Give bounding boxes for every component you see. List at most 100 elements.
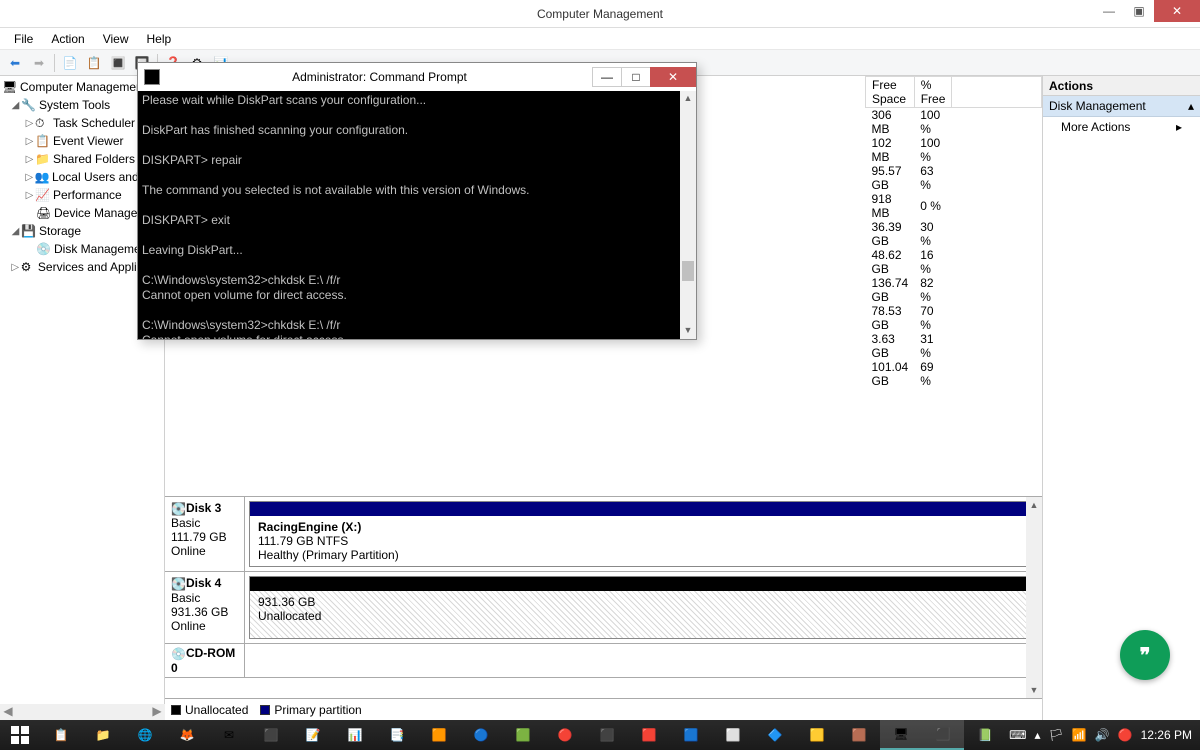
taskbar-item[interactable]: 🔷: [754, 720, 796, 750]
start-button[interactable]: [0, 720, 40, 750]
window-titlebar: Computer Management — ▣ ✕: [0, 0, 1200, 28]
taskbar-item[interactable]: 🖥: [880, 720, 922, 750]
taskbar[interactable]: 📋 📁 🌐 🦊 ✉ ⬛ 📝 📊 📑 🟧 🔵 🟩 🔴 ⬛ 🟥 🟦 ⬜ 🔷 🟨 🟫 …: [0, 720, 1200, 750]
tree-item[interactable]: Device Manager: [54, 206, 141, 220]
tree-item[interactable]: Shared Folders: [53, 152, 135, 166]
volumes-table[interactable]: Free Space% Free 306 MB100 %102 MB100 %9…: [865, 76, 1042, 388]
chevron-right-icon: ▸: [1176, 120, 1182, 134]
tray-up-icon[interactable]: ▴: [1035, 728, 1041, 742]
taskbar-item[interactable]: 🟨: [796, 720, 838, 750]
cmd-scrollbar[interactable]: ▲▼: [680, 91, 696, 339]
tray-volume-icon[interactable]: 🔊: [1095, 728, 1110, 742]
properties-button[interactable]: 📋: [83, 53, 105, 73]
taskbar-item[interactable]: 📝: [292, 720, 334, 750]
back-button[interactable]: ⬅: [4, 53, 26, 73]
menu-help[interactable]: Help: [139, 30, 180, 48]
tray-icon[interactable]: ⌨: [1009, 728, 1026, 742]
taskbar-item[interactable]: 🟩: [502, 720, 544, 750]
vol-name: RacingEngine (X:): [258, 520, 361, 534]
disk-size: 931.36 GB: [171, 605, 228, 619]
volume-row[interactable]: 95.57 GB63 %: [866, 164, 1042, 192]
volume-row[interactable]: 101.04 GB69 %: [866, 360, 1042, 388]
cmd-maximize[interactable]: □: [621, 67, 651, 87]
volume-row[interactable]: 136.74 GB82 %: [866, 276, 1042, 304]
actions-panel: Actions Disk Management▴ More Actions▸: [1042, 76, 1200, 720]
taskbar-items: 📋 📁 🌐 🦊 ✉ ⬛ 📝 📊 📑 🟧 🔵 🟩 🔴 ⬛ 🟥 🟦 ⬜ 🔷 🟨 🟫 …: [40, 720, 1006, 750]
taskbar-item[interactable]: ✉: [208, 720, 250, 750]
volume-row[interactable]: 3.63 GB31 %: [866, 332, 1042, 360]
menu-file[interactable]: File: [6, 30, 41, 48]
taskbar-item[interactable]: 🔵: [460, 720, 502, 750]
actions-diskmgmt[interactable]: Disk Management▴: [1043, 96, 1200, 117]
disk-size: 111.79 GB: [171, 530, 227, 544]
taskbar-item[interactable]: 📋: [40, 720, 82, 750]
up-button[interactable]: 📄: [59, 53, 81, 73]
vol-health: Unallocated: [258, 609, 321, 623]
vertical-scrollbar[interactable]: ▲▼: [1026, 497, 1042, 698]
menu-view[interactable]: View: [95, 30, 137, 48]
system-tray[interactable]: ⌨ ▴ 🏳 📶 🔊 🔴 12:26 PM: [1009, 728, 1200, 742]
tree-item[interactable]: Task Scheduler: [53, 116, 135, 130]
taskbar-item[interactable]: 🟫: [838, 720, 880, 750]
tray-flag-icon[interactable]: 🏳: [1049, 728, 1064, 742]
volume-row[interactable]: 78.53 GB70 %: [866, 304, 1042, 332]
volume-row[interactable]: 48.62 GB16 %: [866, 248, 1042, 276]
menubar: File Action View Help: [0, 28, 1200, 50]
taskbar-chrome[interactable]: 🌐: [124, 720, 166, 750]
col-pct[interactable]: % Free: [914, 77, 952, 108]
refresh-button[interactable]: 🔳: [107, 53, 129, 73]
taskbar-item[interactable]: ⬛: [586, 720, 628, 750]
volume-row[interactable]: 306 MB100 %: [866, 108, 1042, 137]
cmd-icon: [144, 69, 160, 85]
tree-item[interactable]: Performance: [53, 188, 122, 202]
taskbar-item[interactable]: 🟧: [418, 720, 460, 750]
hangouts-fab[interactable]: ❞: [1120, 630, 1170, 680]
cmd-minimize[interactable]: —: [592, 67, 622, 87]
actions-more[interactable]: More Actions▸: [1043, 117, 1200, 137]
taskbar-item[interactable]: 🟦: [670, 720, 712, 750]
tree-item[interactable]: Event Viewer: [53, 134, 123, 148]
cmd-window[interactable]: Administrator: Command Prompt — □ ✕ Plea…: [137, 62, 697, 340]
tray-icon[interactable]: 🔴: [1118, 728, 1133, 742]
disk-name: Disk 3: [186, 501, 221, 515]
volume-row[interactable]: 918 MB0 %: [866, 192, 1042, 220]
taskbar-firefox[interactable]: 🦊: [166, 720, 208, 750]
cmd-titlebar[interactable]: Administrator: Command Prompt — □ ✕: [138, 63, 696, 91]
disk-row[interactable]: 💽Disk 4 Basic 931.36 GB Online 931.36 GB…: [165, 572, 1042, 644]
tray-network-icon[interactable]: 📶: [1072, 728, 1087, 742]
collapse-icon: ▴: [1188, 99, 1194, 113]
legend-unalloc: Unallocated: [185, 703, 248, 717]
vol-detail: 931.36 GB: [258, 595, 315, 609]
taskbar-item[interactable]: ⬛: [250, 720, 292, 750]
col-free[interactable]: Free Space: [866, 77, 915, 108]
legend: Unallocated Primary partition: [165, 698, 1042, 720]
volume[interactable]: RacingEngine (X:) 111.79 GB NTFS Healthy…: [249, 501, 1038, 567]
tree-hscroll[interactable]: ◀▶: [0, 704, 165, 720]
taskbar-item[interactable]: 📑: [376, 720, 418, 750]
tree-storage[interactable]: Storage: [39, 224, 81, 238]
taskbar-cmd[interactable]: ⬛: [922, 720, 964, 750]
disk-row[interactable]: 💽Disk 3 Basic 111.79 GB Online RacingEng…: [165, 497, 1042, 572]
minimize-button[interactable]: —: [1094, 0, 1124, 22]
disk-type: Basic: [171, 516, 200, 530]
cmd-close[interactable]: ✕: [650, 67, 696, 87]
taskbar-item[interactable]: 🔴: [544, 720, 586, 750]
volume-row[interactable]: 36.39 GB30 %: [866, 220, 1042, 248]
taskbar-item[interactable]: 📊: [334, 720, 376, 750]
taskbar-item[interactable]: ⬜: [712, 720, 754, 750]
maximize-button[interactable]: ▣: [1124, 0, 1154, 22]
disk-status: Online: [171, 544, 206, 558]
tray-clock[interactable]: 12:26 PM: [1141, 728, 1192, 742]
cmd-title: Administrator: Command Prompt: [166, 70, 593, 84]
disk-row[interactable]: 💿CD-ROM 0: [165, 644, 1042, 678]
forward-button[interactable]: ➡: [28, 53, 50, 73]
volume-unallocated[interactable]: 931.36 GB Unallocated: [249, 576, 1038, 639]
volume-row[interactable]: 102 MB100 %: [866, 136, 1042, 164]
cmd-output[interactable]: Please wait while DiskPart scans your co…: [138, 91, 696, 339]
tree-systools[interactable]: System Tools: [39, 98, 110, 112]
taskbar-item[interactable]: 📁: [82, 720, 124, 750]
taskbar-item[interactable]: 📗: [964, 720, 1006, 750]
close-button[interactable]: ✕: [1154, 0, 1200, 22]
taskbar-item[interactable]: 🟥: [628, 720, 670, 750]
menu-action[interactable]: Action: [43, 30, 92, 48]
